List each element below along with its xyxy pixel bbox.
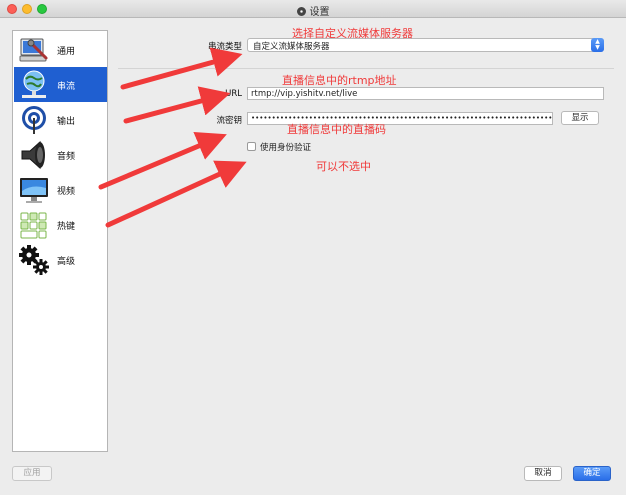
monitor-icon	[20, 178, 48, 203]
arrow-to-stream-key	[98, 131, 227, 190]
sidebar-item-label: 热键	[57, 222, 76, 232]
url-input[interactable]: rtmp://vip.yishitv.net/live	[247, 87, 604, 100]
sidebar-item-label: 输出	[57, 117, 76, 127]
sidebar-item-general[interactable]: 通用	[14, 32, 107, 67]
show-key-button[interactable]: 显示	[561, 111, 599, 125]
use-auth-label: 使用身份验证	[260, 143, 312, 153]
sidebar-item-video[interactable]: 视频	[14, 172, 107, 207]
sidebar-item-stream[interactable]: 串流	[14, 67, 107, 102]
annotation-select-server: 选择自定义流媒体服务器	[292, 27, 413, 40]
sidebar-item-advanced[interactable]: 高级	[14, 242, 107, 277]
window-title: 设置	[309, 7, 330, 18]
computer-wrench-icon	[19, 38, 48, 62]
sidebar-item-label: 通用	[57, 47, 76, 57]
annotation-rtmp-address: 直播信息中的rtmp地址	[282, 74, 397, 87]
annotation-optional: 可以不选中	[316, 160, 371, 173]
section-divider	[118, 68, 614, 69]
sidebar-item-output[interactable]: 输出	[14, 102, 107, 137]
obs-app-icon	[296, 7, 306, 16]
select-stepper-icon: ▲ ▼	[591, 38, 604, 52]
arrow-to-auth-checkbox	[105, 160, 247, 228]
gears-icon	[19, 245, 49, 275]
stream-key-label: 流密钥	[216, 116, 242, 126]
settings-sidebar: 通用 串流 输出 音频 视频 热键 高级	[12, 30, 108, 452]
ok-button[interactable]: 确定	[573, 466, 611, 481]
sidebar-item-audio[interactable]: 音频	[14, 137, 107, 172]
apply-button[interactable]: 应用	[12, 466, 52, 481]
sidebar-item-hotkeys[interactable]: 热键	[14, 207, 107, 242]
title-bar: 设置	[0, 0, 626, 18]
keyboard-icon	[20, 212, 47, 239]
globe-network-icon	[22, 70, 46, 98]
stream-type-value: 自定义流媒体服务器	[253, 42, 330, 52]
sidebar-item-label: 视频	[57, 187, 76, 197]
sidebar-item-label: 高级	[57, 257, 76, 267]
url-label: URL	[225, 89, 242, 99]
stream-type-label: 串流类型	[207, 42, 242, 52]
broadcast-signal-icon	[22, 106, 46, 134]
sidebar-item-label: 串流	[57, 82, 76, 92]
sidebar-item-label: 音频	[57, 152, 76, 162]
cancel-button[interactable]: 取消	[524, 466, 562, 481]
arrow-to-stream-type	[120, 47, 243, 90]
speaker-icon	[21, 140, 45, 170]
use-auth-checkbox[interactable]	[247, 142, 256, 151]
annotation-stream-code: 直播信息中的直播码	[287, 123, 386, 136]
window-title-wrap: 设置	[0, 3, 626, 18]
